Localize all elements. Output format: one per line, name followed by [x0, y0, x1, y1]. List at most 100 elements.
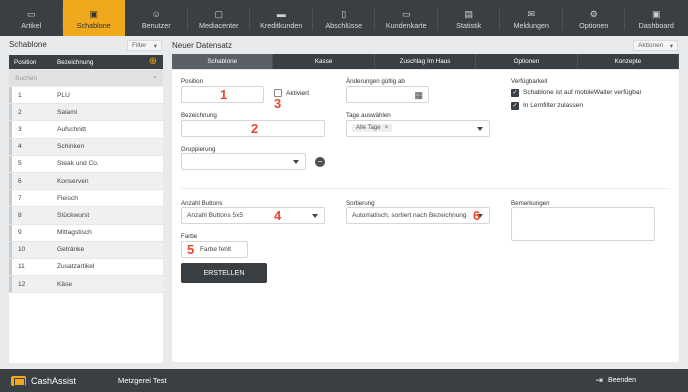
marker-1: 1	[220, 87, 228, 102]
template-icon: ▣	[89, 9, 98, 19]
add-icon[interactable]: ⊕	[147, 56, 159, 68]
bezeichnung-label: Bezeichnung	[181, 112, 217, 119]
tab-zuschlag[interactable]: Zuschlag Im Haus	[375, 54, 477, 69]
nav-abschluesse[interactable]: ▯ Abschlüsse	[313, 0, 375, 36]
top-navigation: ▭ Artikel ▣ Schablone ☺ Benutzer ▢ Mediacent…	[0, 0, 688, 36]
marker-5: 5	[187, 242, 195, 257]
list-item[interactable]: 4 Schinken	[9, 138, 163, 156]
anzahl-label: Anzahl Buttons	[181, 200, 223, 207]
nav-kreditkunden[interactable]: ▬ Kreditkunden	[250, 0, 313, 36]
list-item[interactable]: 12 Käse	[9, 276, 163, 294]
media-icon: ▢	[214, 9, 223, 19]
chevron-down-icon	[293, 159, 299, 164]
filter-label: Filter	[132, 42, 147, 49]
tab-kasse[interactable]: Kasse	[273, 54, 375, 69]
close-icon[interactable]: ×	[385, 125, 389, 131]
tab-optionen[interactable]: Optionen	[476, 54, 578, 69]
divider	[181, 188, 670, 189]
create-button[interactable]: ERSTELLEN	[181, 263, 267, 283]
brand-logo: CashAssist	[11, 375, 109, 386]
nav-schablone[interactable]: ▣ Schablone	[62, 0, 125, 36]
nav-meldungen[interactable]: ✉ Meldungen	[500, 0, 563, 36]
record-form: Position 1 Aktiviert 3 Bezeichnung 2 Gru…	[172, 70, 679, 362]
calendar-icon[interactable]: ▦	[414, 90, 423, 101]
chevron-down-icon: ▾	[153, 42, 157, 50]
list-item[interactable]: 7 Fleisch	[9, 190, 163, 208]
bemerkungen-textarea[interactable]	[511, 207, 655, 241]
tag-alle-tage: Alle Tage ×	[352, 124, 393, 132]
list-item[interactable]: 8 Stückwurst	[9, 207, 163, 225]
nav-statistik[interactable]: ▤ Statistik	[438, 0, 500, 36]
list-item[interactable]: 9 Mittagstisch	[9, 224, 163, 242]
tage-select[interactable]: Alle Tage ×	[346, 120, 490, 137]
chevron-down-icon	[312, 213, 318, 218]
list-item[interactable]: 1 PLU	[9, 87, 163, 105]
anzahl-select[interactable]: Anzahl Buttons 5x5	[181, 207, 325, 224]
mobile-checkbox[interactable]: ✓	[511, 89, 519, 97]
actions-dropdown[interactable]: Aktionen ▾	[633, 40, 678, 51]
tab-bar: Schablone Kasse Zuschlag Im Haus Optione…	[172, 54, 680, 69]
list-item[interactable]: 5 Steak und Co.	[9, 155, 163, 173]
list-header: Position Bezeichnung ⊕	[9, 55, 163, 69]
logout-button[interactable]: ⇥ Beenden	[595, 375, 636, 386]
bemerkungen-label: Bemerkungen	[511, 200, 550, 207]
marker-4: 4	[274, 208, 282, 223]
mail-icon: ✉	[527, 9, 536, 19]
logout-icon: ⇥	[595, 375, 603, 385]
verfuegbarkeit-label: Verfügbarkeit	[511, 78, 548, 85]
date-field[interactable]: ▦	[346, 86, 429, 103]
marker-3: 3	[274, 96, 282, 111]
filter-dropdown[interactable]: Filter ▾	[127, 40, 162, 51]
statistics-icon: ▤	[464, 9, 473, 19]
col-bezeichnung: Bezeichnung	[57, 58, 94, 66]
marker-2: 2	[251, 121, 259, 136]
col-position: Position	[14, 58, 37, 66]
position-label: Position	[181, 78, 204, 85]
gruppierung-label: Gruppierung	[181, 146, 216, 153]
register-icon: ▭	[26, 9, 36, 19]
nav-benutzer[interactable]: ☺ Benutzer	[125, 0, 188, 36]
tab-schablone[interactable]: Schablone	[172, 54, 274, 69]
tage-label: Tage auswählen	[346, 112, 391, 119]
chevron-down-icon: ▾	[669, 42, 673, 50]
nav-optionen[interactable]: ⚙ Optionen	[563, 0, 625, 36]
template-list: 1 PLU 2 Salami 3 Aufschnitt 4 Schinken 5 Stea…	[9, 87, 163, 363]
list-item[interactable]: 10 Getränke	[9, 241, 163, 259]
gruppierung-select[interactable]	[181, 153, 306, 170]
search-placeholder: Suchen	[15, 74, 38, 82]
aktiviert-label: Aktiviert	[286, 90, 310, 97]
users-icon: ☺	[151, 9, 161, 19]
nav-mediacenter[interactable]: ▢ Mediacenter	[188, 0, 250, 36]
mobile-label: Schablone ist auf mobileWaiter verfügbar	[523, 89, 642, 96]
tab-konzepte[interactable]: Konzepte	[578, 54, 680, 69]
list-item[interactable]: 3 Aufschnitt	[9, 121, 163, 139]
list-item[interactable]: 6 Konserven	[9, 172, 163, 191]
dashboard-icon: ▣	[651, 9, 661, 19]
marker-6: 6	[473, 208, 481, 223]
customer-card-icon: ▭	[401, 9, 411, 19]
list-title: Schablone	[9, 40, 47, 49]
nav-artikel[interactable]: ▭ Artikel	[0, 0, 63, 36]
document-icon: ▯	[341, 9, 347, 19]
footer-bar: CashAssist Metzgerei Test ⇥ Beenden	[0, 369, 688, 392]
brand-name: CashAssist	[31, 375, 77, 386]
nav-kundenkarte[interactable]: ▭ Kundenkarte	[375, 0, 438, 36]
nav-dashboard[interactable]: ▣ Dashboard	[625, 0, 688, 36]
lernfilter-checkbox[interactable]: ✓	[511, 102, 519, 110]
list-item[interactable]: 2 Salami	[9, 104, 163, 122]
search-icon: ⌕	[153, 74, 157, 81]
logout-label: Beenden	[607, 377, 636, 384]
remove-icon[interactable]: −	[315, 157, 325, 167]
gear-icon: ⚙	[589, 9, 598, 19]
search-input[interactable]: Suchen ⌕	[9, 70, 163, 86]
actions-label: Aktionen	[638, 42, 664, 49]
farbe-label: Farbe	[181, 233, 198, 240]
list-item[interactable]: 11 Zusatzartikel	[9, 258, 163, 277]
page-title: Neuer Datensatz	[172, 41, 233, 50]
lernfilter-label: In Lernfilter zulassen	[523, 102, 583, 109]
aenderungen-label: Änderungen gültig ab	[346, 78, 405, 85]
credit-card-icon: ▬	[276, 9, 286, 19]
chevron-down-icon	[477, 126, 483, 131]
cashassist-logo-icon	[11, 375, 26, 386]
sortierung-select[interactable]: Automatisch, sortiert nach Bezeichnung	[346, 207, 490, 224]
